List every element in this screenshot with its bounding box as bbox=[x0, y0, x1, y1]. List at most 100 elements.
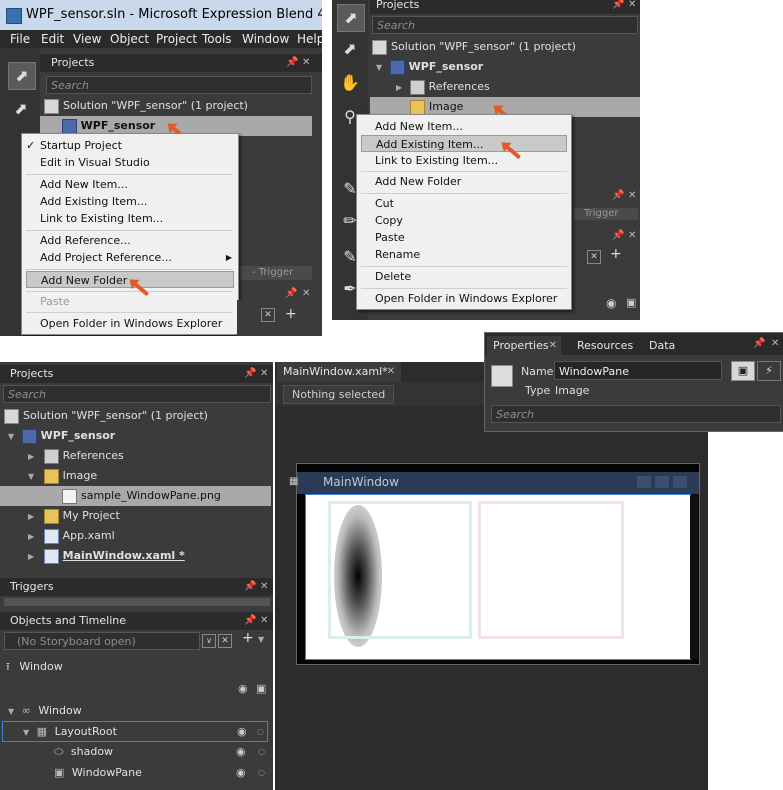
name-field[interactable]: WindowPane bbox=[554, 361, 722, 380]
shadow-row[interactable]: ⬭ shadow ◉ ○ bbox=[0, 742, 273, 762]
eye-icon[interactable]: ◉ bbox=[236, 763, 246, 783]
direct-selection-tool-icon[interactable]: ⬈ bbox=[337, 36, 363, 62]
selection-tool-icon[interactable]: ⬈ bbox=[8, 62, 36, 90]
properties-search-input[interactable]: Search bbox=[491, 405, 781, 423]
menu-item-add-new-item[interactable]: Add New Item... bbox=[375, 118, 463, 135]
lock-toggle-icon[interactable]: ○ bbox=[257, 722, 264, 741]
menu-item-open-folder[interactable]: Open Folder in Windows Explorer bbox=[375, 290, 557, 307]
scope-window-row[interactable]: ⭱ Window bbox=[0, 657, 273, 677]
menu-item-startup-project[interactable]: ✓ Startup Project bbox=[26, 137, 122, 154]
close-storyboard-icon[interactable]: ✕ bbox=[261, 308, 275, 322]
menu-item-add-new-folder[interactable]: Add New Folder bbox=[375, 173, 461, 190]
menu-item-delete[interactable]: Delete bbox=[375, 268, 411, 285]
eye-icon[interactable]: ◉ bbox=[606, 296, 616, 310]
menu-help[interactable]: Help bbox=[297, 30, 322, 48]
menu-item-paste[interactable]: Paste bbox=[40, 293, 70, 310]
eye-icon[interactable]: ◉ bbox=[238, 682, 248, 695]
tab-data[interactable]: Data bbox=[643, 336, 687, 355]
solution-row[interactable]: Solution "WPF_sensor" (1 project) bbox=[40, 96, 322, 116]
image-folder-row[interactable]: ▼ Image bbox=[0, 466, 273, 486]
dropdown-icon[interactable]: ▼ bbox=[258, 635, 264, 644]
grid-adorner-icon[interactable]: ▦ bbox=[289, 476, 298, 487]
menu-window[interactable]: Window bbox=[242, 30, 289, 48]
events-view-icon[interactable]: ⚡ bbox=[757, 361, 781, 381]
menu-tools[interactable]: Tools bbox=[202, 30, 232, 48]
layout-root-canvas[interactable] bbox=[305, 494, 698, 660]
pin-icon[interactable]: 📌 bbox=[612, 230, 624, 241]
menu-item-cut[interactable]: Cut bbox=[375, 195, 394, 212]
lock-toggle-icon[interactable]: ○ bbox=[258, 742, 265, 762]
pin-icon[interactable]: 📌 bbox=[286, 54, 298, 72]
close-icon[interactable]: ✕ bbox=[260, 365, 268, 383]
collapse-triangle-icon[interactable]: ▼ bbox=[376, 63, 382, 72]
projects-search-input[interactable]: Search bbox=[46, 76, 312, 94]
windowpane-image-left[interactable] bbox=[328, 501, 472, 639]
close-icon[interactable]: ✕ bbox=[628, 230, 636, 241]
pin-icon[interactable]: 📌 bbox=[753, 338, 765, 349]
collapse-triangle-icon[interactable]: ▼ bbox=[48, 122, 54, 131]
expand-triangle-icon[interactable]: ▶ bbox=[396, 83, 402, 92]
storyboard-field[interactable]: (No Storyboard open) bbox=[4, 632, 200, 650]
menu-item-add-project-reference[interactable]: Add Project Reference... ▶ bbox=[40, 249, 232, 266]
tab-resources[interactable]: Resources bbox=[569, 336, 643, 355]
expand-triangle-icon[interactable]: ▶ bbox=[28, 532, 34, 541]
png-file-row[interactable]: sample_WindowPane.png bbox=[0, 486, 271, 506]
collapse-triangle-icon[interactable]: ▼ bbox=[23, 728, 29, 737]
menu-item-add-existing-item[interactable]: Add Existing Item... bbox=[361, 135, 567, 152]
properties-view-icon[interactable]: ▣ bbox=[731, 361, 755, 381]
menu-item-edit-in-vs[interactable]: Edit in Visual Studio bbox=[40, 154, 150, 171]
menu-object[interactable]: Object bbox=[110, 30, 149, 48]
pan-tool-icon[interactable]: ✋ bbox=[337, 70, 363, 96]
collapse-triangle-icon[interactable]: ▼ bbox=[8, 432, 14, 441]
close-tab-icon[interactable]: ✕ bbox=[387, 362, 395, 382]
menu-item-paste[interactable]: Paste bbox=[375, 229, 405, 246]
menu-item-add-existing-item[interactable]: Add Existing Item... bbox=[40, 193, 147, 210]
close-icon[interactable]: ✕ bbox=[260, 578, 268, 596]
menu-item-add-reference[interactable]: Add Reference... bbox=[40, 232, 131, 249]
add-storyboard-icon[interactable]: + bbox=[285, 306, 297, 322]
direct-selection-tool-icon[interactable]: ⬈ bbox=[8, 96, 34, 122]
close-icon[interactable]: ✕ bbox=[302, 54, 310, 72]
tab-properties[interactable]: Properties ✕ bbox=[487, 336, 561, 355]
my-project-row[interactable]: ▶ My Project bbox=[0, 506, 273, 526]
eye-icon[interactable]: ◉ bbox=[237, 722, 247, 741]
menu-project[interactable]: Project bbox=[156, 30, 197, 48]
lock-icon[interactable]: ▣ bbox=[256, 682, 266, 695]
lock-icon[interactable]: ▣ bbox=[626, 296, 636, 309]
document-tab[interactable]: MainWindow.xaml* ✕ bbox=[277, 362, 401, 382]
add-storyboard-icon[interactable]: + bbox=[242, 630, 254, 646]
close-icon[interactable]: ✕ bbox=[771, 338, 779, 349]
pin-icon[interactable]: 📌 bbox=[244, 612, 256, 630]
project-row[interactable]: ▼ WPF_sensor bbox=[370, 57, 640, 77]
close-icon[interactable]: ✕ bbox=[628, 0, 636, 14]
windowpane-row[interactable]: ▣ WindowPane ◉ ○ bbox=[0, 763, 273, 783]
menu-item-link-existing-item[interactable]: Link to Existing Item... bbox=[375, 152, 498, 169]
menu-item-link-existing-item[interactable]: Link to Existing Item... bbox=[40, 210, 163, 227]
menu-edit[interactable]: Edit bbox=[41, 30, 64, 48]
references-row[interactable]: ▶ References bbox=[370, 77, 640, 97]
menu-file[interactable]: File bbox=[10, 30, 30, 48]
menu-item-copy[interactable]: Copy bbox=[375, 212, 403, 229]
pin-icon[interactable]: 📌 bbox=[244, 578, 256, 596]
pin-icon[interactable]: 📌 bbox=[244, 365, 256, 383]
mainwindow-xaml-row[interactable]: ▶ MainWindow.xaml * bbox=[0, 546, 273, 566]
expand-triangle-icon[interactable]: ▶ bbox=[28, 452, 34, 461]
expand-triangle-icon[interactable]: ▶ bbox=[28, 552, 34, 561]
collapse-triangle-icon[interactable]: ▼ bbox=[8, 707, 14, 716]
close-icon[interactable]: ✕ bbox=[628, 190, 636, 201]
window-object-row[interactable]: ▼ ∞ Window bbox=[0, 701, 273, 721]
eye-icon[interactable]: ◉ bbox=[236, 742, 246, 762]
projects-search-input[interactable]: Search bbox=[372, 16, 638, 34]
close-tab-icon[interactable]: ✕ bbox=[549, 336, 557, 355]
pin-icon[interactable]: 📌 bbox=[612, 0, 624, 14]
close-storyboard-icon[interactable]: ✕ bbox=[218, 634, 232, 648]
collapse-triangle-icon[interactable]: ▼ bbox=[28, 472, 34, 481]
layoutroot-row[interactable]: ▼ ▦ LayoutRoot ◉ ○ bbox=[2, 721, 268, 742]
storyboard-dropdown-icon[interactable]: ∨ bbox=[202, 634, 216, 648]
add-storyboard-icon[interactable]: + bbox=[610, 246, 622, 262]
references-row[interactable]: ▶ References bbox=[0, 446, 273, 466]
projects-search-input[interactable]: Search bbox=[3, 385, 271, 403]
pin-icon[interactable]: 📌 bbox=[285, 288, 297, 299]
menu-item-rename[interactable]: Rename bbox=[375, 246, 420, 263]
menu-item-add-new-item[interactable]: Add New Item... bbox=[40, 176, 128, 193]
